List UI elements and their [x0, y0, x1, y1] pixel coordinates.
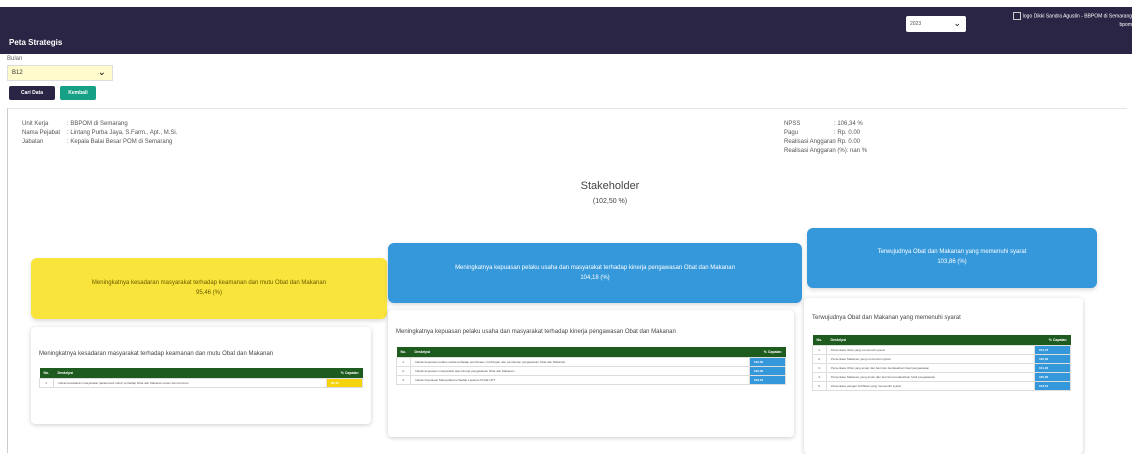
indicator-card-kesadaran: Meningkatnya kesadaran masyarakat terhad…: [31, 327, 371, 424]
row-description: Persentase Obat yang aman dan bermutu be…: [826, 362, 1035, 373]
nama-pejabat-value: : Lintang Purba Jaya, S.Farm., Apt., M.S…: [67, 130, 178, 136]
unit-kerja-label: Unit Kerja: [22, 121, 49, 127]
year-select[interactable]: 2023 ⌄: [906, 16, 966, 32]
goal-box-memenuhi-syarat[interactable]: Terwujudnya Obat dan Makanan yang memenu…: [807, 228, 1097, 288]
realisasi-pct-value: : nan %: [846, 148, 868, 154]
row-capaian: 104,51: [1034, 380, 1071, 391]
row-number: 3.: [812, 362, 827, 373]
table-header-row: No. Deskripsi % Capaian: [39, 368, 363, 378]
pagu-value: : Rp. 0.00: [834, 130, 861, 136]
row-number: 1.: [812, 344, 827, 355]
page-title: Peta Strategis: [9, 38, 63, 47]
goal-value: 104,18 (%): [580, 275, 610, 281]
col-capaian: % Capaian: [1034, 335, 1071, 345]
row-description: Indeks kesadaran masyarakat (awareness i…: [53, 377, 327, 388]
row-number: 1.: [39, 377, 54, 388]
row-description: Indeks Kepuasan Masyarakat terhadap Laya…: [410, 374, 750, 385]
row-description: Indeks kepuasan masyarakat atas kinerja …: [410, 365, 750, 376]
table-row: 1. Indeks kepuasan pelaku usaha terhadap …: [396, 356, 786, 367]
cari-data-button[interactable]: Cari Data: [9, 86, 55, 100]
col-capaian: % Capaian: [749, 347, 786, 357]
goal-box-kesadaran[interactable]: Meningkatnya kesadaran masyarakat terhad…: [31, 258, 387, 319]
row-capaian: 100,00: [1034, 353, 1071, 364]
realisasi-value: : Rp. 0.00: [834, 139, 861, 145]
top-navbar: Peta Strategis 2023 ⌄ logo Dikki Sandra …: [0, 7, 1132, 54]
table-row: 5. Persentase pangan fortifikasi yang mem…: [812, 380, 1071, 391]
chevron-down-icon: ⌄: [97, 67, 106, 78]
row-capaian: 101,72: [1034, 344, 1071, 355]
realisasi-pct-label: Realisasi Anggaran (%): [784, 148, 847, 154]
col-deskripsi: Deskripsi: [826, 335, 1035, 345]
col-deskripsi: Deskripsi: [53, 368, 327, 378]
goal-title: Meningkatnya kesadaran masyarakat terhad…: [91, 280, 327, 286]
indicator-table: No. Deskripsi % Capaian 1. Indeks kesadar…: [39, 368, 363, 388]
year-select-value: 2023: [910, 21, 922, 27]
indicator-table: No. Deskripsi % Capaian 1. Persentase Oba…: [812, 335, 1071, 391]
row-description: Persentase Makanan yang memenuhi syarat: [826, 353, 1035, 364]
table-header-row: No. Deskripsi % Capaian: [396, 347, 786, 357]
jabatan-value: : Kepala Balai Besar POM di Semarang: [67, 139, 173, 145]
row-capaian: 100,00: [1034, 371, 1071, 382]
row-number: 2.: [812, 353, 827, 364]
goal-title: Meningkatnya kepuasan pelaku usaha dan m…: [455, 265, 735, 271]
row-description: Indeks kepuasan pelaku usaha terhadap pe…: [410, 356, 750, 367]
row-number: 3.: [396, 374, 411, 385]
bulan-select[interactable]: B12 ⌄: [7, 65, 113, 81]
row-description: Persentase Makanan yang aman dan bermutu…: [826, 371, 1035, 382]
row-number: 2.: [396, 365, 411, 376]
indicator-card-kepuasan: Meningkatnya kepuasan pelaku usaha dan m…: [388, 310, 794, 437]
pagu-label: Pagu: [784, 130, 799, 136]
row-number: 5.: [812, 380, 827, 391]
row-capaian: 95,46: [326, 377, 363, 388]
row-description: Persentase Obat yang memenuhi syarat: [826, 344, 1035, 355]
realisasi-label: Realisasi Anggaran: [784, 139, 836, 145]
table-row: 1. Indeks kesadaran masyarakat (awareness…: [39, 377, 363, 388]
row-number: 1.: [396, 356, 411, 367]
goal-title: Terwujudnya Obat dan Makanan yang memenu…: [877, 249, 1027, 255]
goal-value: 95,46 (%): [195, 290, 222, 296]
row-capaian: 100,00: [749, 365, 786, 376]
row-capaian: 101,20: [1034, 362, 1071, 373]
bulan-select-value: B12: [12, 70, 23, 76]
stakeholder-value: (102,50 %): [592, 198, 628, 205]
col-deskripsi: Deskripsi: [410, 347, 750, 357]
user-name: logo Dikki Sandra Agustin - BBPOM di Sem…: [1022, 13, 1132, 20]
table-row: 3. Indeks Kepuasan Masyarakat terhadap La…: [396, 374, 786, 385]
card-title: Meningkatnya kepuasan pelaku usaha dan m…: [396, 329, 676, 335]
table-row: 2. Indeks kepuasan masyarakat atas kinerj…: [396, 365, 786, 376]
chevron-down-icon: ⌄: [953, 18, 961, 28]
budget-info: NPSS : 106,34 % Pagu : Rp. 0.00 Realisasi …: [784, 120, 867, 156]
row-number: 4.: [812, 371, 827, 382]
indicator-card-memenuhi-syarat: Terwujudnya Obat dan Makanan yang memenu…: [804, 298, 1083, 454]
user-menu[interactable]: logo Dikki Sandra Agustin - BBPOM di Sem…: [975, 12, 1132, 30]
card-title: Meningkatnya kesadaran masyarakat terhad…: [39, 351, 274, 357]
col-no: No.: [39, 368, 54, 378]
indicator-table: No. Deskripsi % Capaian 1. Indeks kepuasa…: [396, 347, 786, 385]
unit-kerja-value: : BBPOM di Semarang: [67, 121, 128, 127]
user-subtext: bpom: [1119, 22, 1132, 29]
table-row: 1. Persentase Obat yang memenuhi syarat 10…: [812, 344, 1071, 355]
col-capaian: % Capaian: [326, 368, 363, 378]
bulan-label: Bulan: [7, 56, 23, 62]
col-no: No.: [396, 347, 411, 357]
row-description: Persentase pangan fortifikasi yang memen…: [826, 380, 1035, 391]
stakeholder-title: Stakeholder: [580, 180, 640, 192]
goal-value: 103,86 (%): [937, 259, 967, 265]
kembali-button[interactable]: Kembali: [60, 86, 96, 100]
npss-value: : 106,34 %: [834, 121, 863, 127]
row-capaian: 102,53: [749, 374, 786, 385]
nama-pejabat-label: Nama Pejabat: [22, 130, 61, 136]
jabatan-label: Jabatan: [22, 139, 44, 145]
table-row: 4. Persentase Makanan yang aman dan bermu…: [812, 371, 1071, 382]
table-header-row: No. Deskripsi % Capaian: [812, 335, 1071, 345]
broken-image-icon: [1012, 12, 1021, 20]
officer-info: Unit Kerja : BBPOM di Semarang Nama Pejab…: [22, 120, 177, 147]
npss-label: NPSS: [784, 121, 801, 127]
table-row: 2. Persentase Makanan yang memenuhi syara…: [812, 353, 1071, 364]
col-no: No.: [812, 335, 827, 345]
card-title: Terwujudnya Obat dan Makanan yang memenu…: [812, 315, 961, 321]
row-capaian: 100,00: [749, 356, 786, 367]
goal-box-kepuasan[interactable]: Meningkatnya kepuasan pelaku usaha dan m…: [388, 243, 802, 303]
table-row: 3. Persentase Obat yang aman dan bermutu …: [812, 362, 1071, 373]
